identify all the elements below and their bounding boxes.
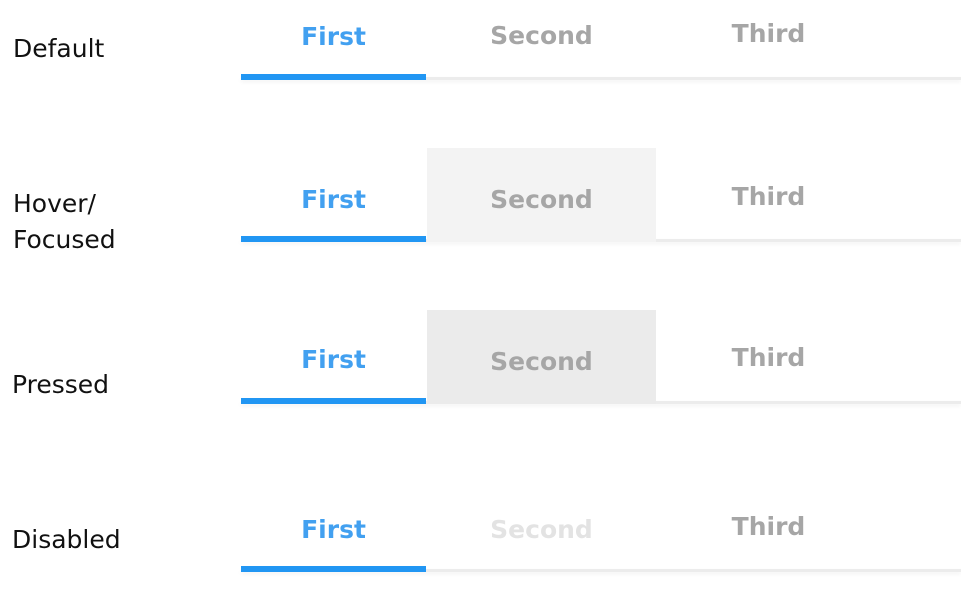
tab-third[interactable]: Third bbox=[656, 478, 881, 572]
tab-label: Third bbox=[731, 18, 806, 48]
active-tab-indicator bbox=[241, 74, 426, 80]
state-label-pressed: Pressed bbox=[12, 370, 110, 399]
active-tab-indicator bbox=[241, 398, 426, 404]
tab-label: First bbox=[301, 514, 366, 544]
tab-label: Second bbox=[490, 346, 593, 376]
tab-label: First bbox=[301, 184, 366, 214]
active-tab-indicator bbox=[241, 236, 426, 242]
tab-second[interactable]: Second bbox=[427, 0, 656, 80]
tab-bar-disabled: First Second Third bbox=[241, 478, 961, 572]
tab-third[interactable]: Third bbox=[656, 148, 881, 242]
tab-bar-default: First Second Third bbox=[241, 0, 961, 80]
state-label-disabled: Disabled bbox=[12, 525, 121, 554]
state-label-hover-focused: Hover/ Focused bbox=[13, 189, 116, 254]
tab-first[interactable]: First bbox=[241, 310, 426, 404]
tab-second-hovered[interactable]: Second bbox=[427, 148, 656, 242]
tab-first[interactable]: First bbox=[241, 478, 426, 572]
tab-second-disabled: Second bbox=[427, 478, 656, 572]
tab-third[interactable]: Third bbox=[656, 310, 881, 404]
tab-label: Second bbox=[490, 184, 593, 214]
tab-third[interactable]: Third bbox=[656, 0, 881, 80]
tab-label: First bbox=[301, 344, 366, 374]
tab-label: Third bbox=[731, 342, 806, 372]
state-label-default: Default bbox=[13, 34, 105, 63]
tab-label: First bbox=[301, 21, 366, 51]
tab-bar-pressed: First Second Third bbox=[241, 310, 961, 404]
tab-bar-hover-focused: First Second Third bbox=[241, 148, 961, 242]
tab-second-pressed[interactable]: Second bbox=[427, 310, 656, 404]
tab-label: Second bbox=[490, 20, 593, 50]
tab-first[interactable]: First bbox=[241, 0, 426, 80]
tab-label: Third bbox=[731, 511, 806, 541]
active-tab-indicator bbox=[241, 566, 426, 572]
tab-label: Third bbox=[731, 181, 806, 211]
tab-label: Second bbox=[490, 514, 593, 544]
tab-first[interactable]: First bbox=[241, 148, 426, 242]
